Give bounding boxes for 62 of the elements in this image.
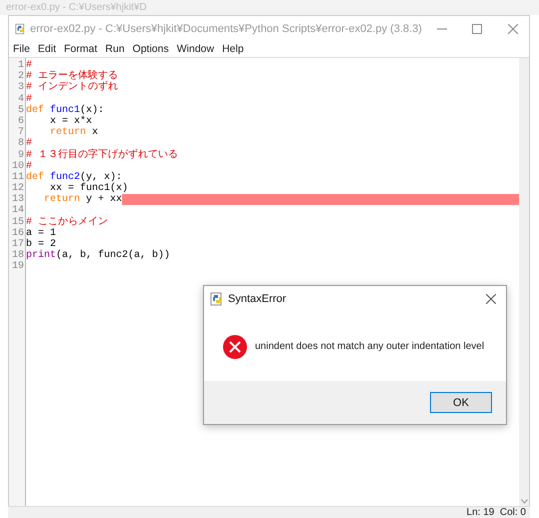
cursor-position: Ln: 19 Col: 0: [466, 507, 526, 518]
code-text: func2: [50, 172, 80, 184]
menu-item[interactable]: Help: [222, 43, 244, 55]
line-number: 12: [10, 183, 25, 194]
line-number: 5: [16, 104, 25, 116]
line-number: 1: [16, 60, 25, 71]
line-number: 15: [10, 216, 25, 228]
maximize-icon[interactable]: [472, 24, 482, 34]
line-number: 6: [16, 116, 25, 127]
line-number: 17: [10, 239, 25, 250]
line-number: 18: [10, 250, 25, 262]
code-text: #: [26, 160, 32, 172]
scroll-down-icon[interactable]: [520, 499, 528, 504]
line-number: 7: [16, 127, 25, 138]
error-icon: [223, 334, 247, 358]
code-text: # インデントのずれ: [26, 82, 118, 94]
code-text: (y, x):: [80, 172, 122, 183]
window-title: error-ex02.py - C:¥Users¥hjkit¥Documents¥Python Scripts¥error-ex02.py (3.8.3): [30, 22, 422, 34]
code-text: # ここからメイン: [26, 216, 108, 228]
menu-item[interactable]: Format: [64, 43, 98, 55]
code-text: # １３行目の字下げがずれている: [26, 150, 178, 161]
code-text: return: [43, 194, 80, 206]
code-text: def: [26, 104, 46, 116]
code-text: func1: [50, 104, 80, 116]
line-number: 8: [16, 138, 25, 150]
code-text: y + xx: [85, 194, 122, 206]
menu-item[interactable]: Options: [132, 43, 169, 55]
line-number: 14: [10, 205, 25, 217]
code-text: xx = func1(x): [50, 183, 128, 194]
dialog-title: SyntaxError: [228, 293, 288, 305]
line-number: 11: [10, 172, 25, 183]
menu-item[interactable]: File: [13, 43, 30, 55]
code-text: b = 2: [26, 239, 56, 250]
code-text: print: [26, 250, 56, 262]
code-text: #: [26, 60, 32, 71]
python-icon: [210, 292, 224, 306]
menu-item[interactable]: Run: [105, 43, 125, 55]
line-number: 13: [10, 194, 25, 206]
line-number: 2: [16, 71, 25, 82]
menu-item[interactable]: Edit: [38, 43, 56, 55]
ok-button[interactable]: OK: [430, 392, 492, 413]
line-number: 3: [16, 82, 25, 94]
code-text: #: [26, 94, 32, 105]
line-number: 16: [10, 228, 25, 239]
line-number: 4: [16, 94, 25, 105]
error-message: unindent does not match any outer indentation level: [255, 341, 484, 352]
line-number: 19: [10, 261, 25, 273]
code-text: (x):: [80, 104, 104, 116]
code-text: a = 1: [26, 228, 56, 239]
code-text: return: [49, 127, 86, 138]
code-text: x: [91, 127, 98, 138]
background-window-title: error-ex0.py - C:¥Users¥hjkit¥D: [6, 2, 147, 13]
close-icon[interactable]: [486, 294, 496, 304]
code-text: def: [26, 172, 46, 184]
close-icon[interactable]: [508, 24, 518, 34]
code-text: (a, b, func2(a, b)): [56, 250, 170, 262]
code-text: x = x*x: [49, 116, 92, 127]
line-number: 10: [10, 160, 25, 172]
python-icon: [15, 22, 26, 36]
menu-item[interactable]: Window: [176, 43, 214, 55]
code-text: #: [26, 138, 32, 150]
line-number: 9: [16, 150, 25, 161]
